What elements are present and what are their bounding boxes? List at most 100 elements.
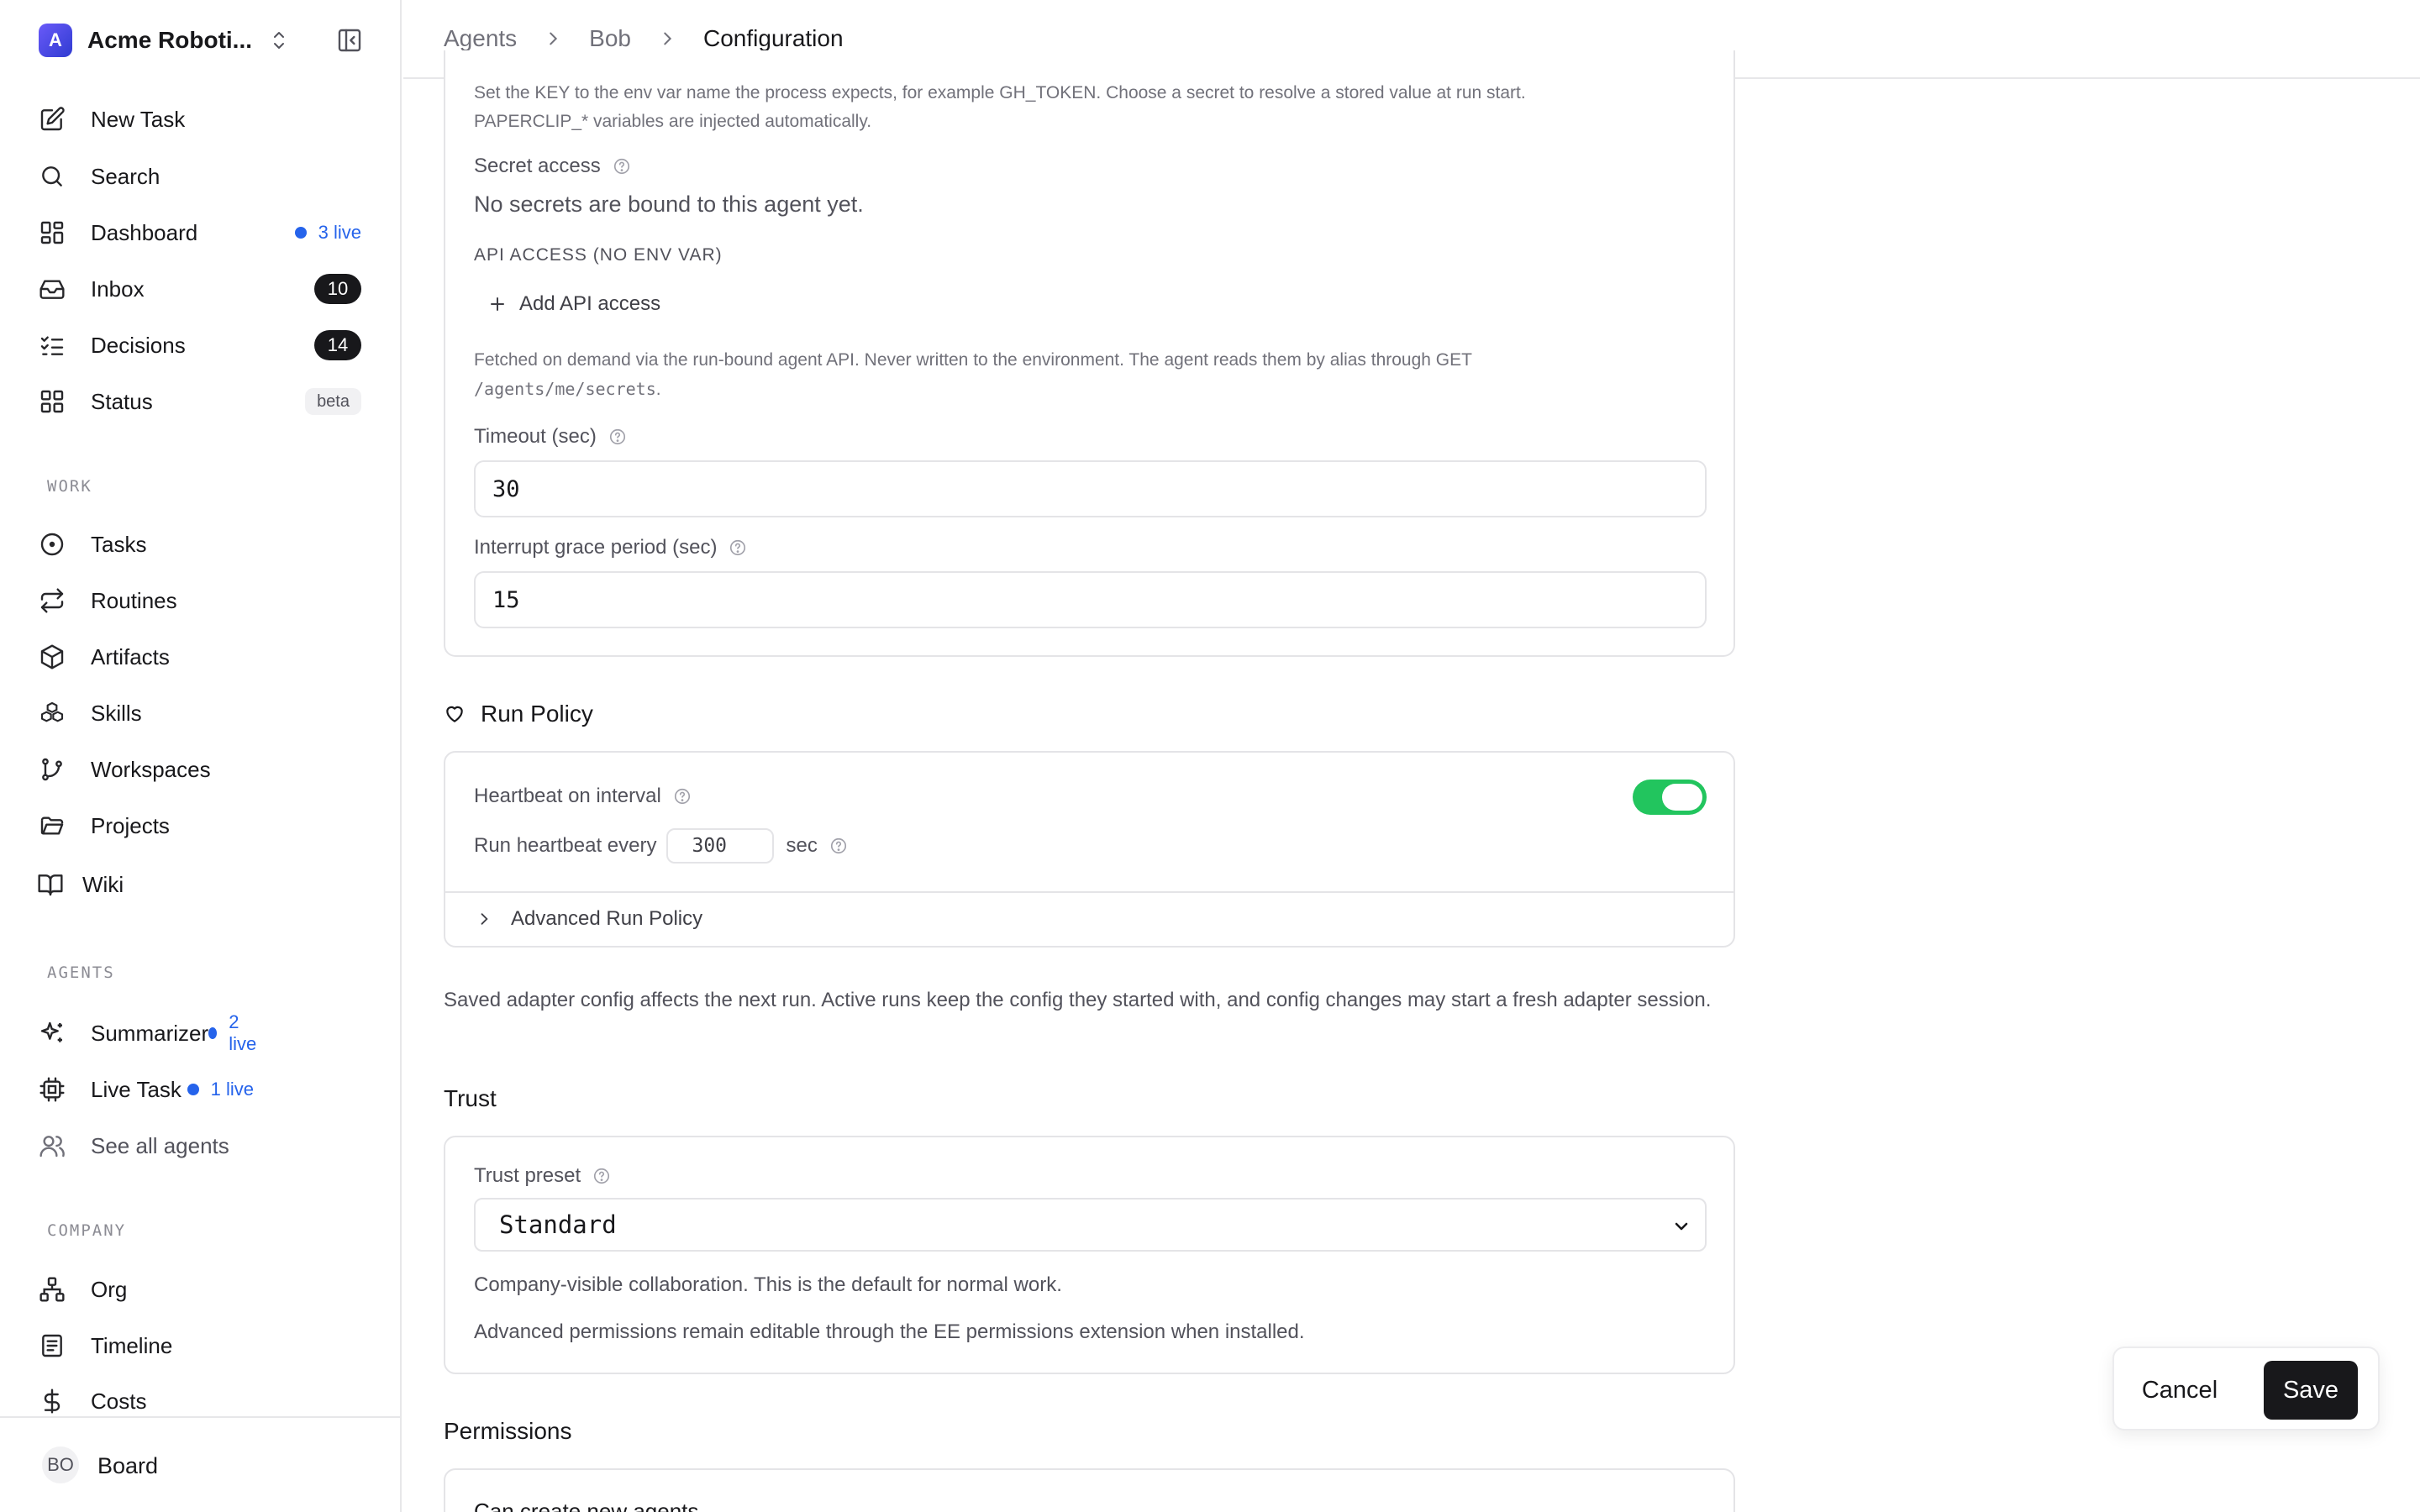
environment-card: Set the KEY to the env var name the proc… [444,50,1735,657]
run-policy-title-text: Run Policy [481,701,593,727]
grace-period-input[interactable] [474,571,1707,628]
sidebar-item-timeline[interactable]: Timeline [39,1324,361,1368]
sidebar-item-label: Status [91,388,153,414]
secret-access-label-text: Secret access [474,155,601,177]
adapter-config-note: Saved adapter config affects the next ru… [444,989,1712,1011]
sidebar-item-inbox[interactable]: Inbox 10 [39,267,361,311]
trust-card: Trust preset Standard Company-visible co… [444,1136,1735,1374]
sidebar-item-label: Timeline [91,1332,173,1358]
cpu-icon [39,1077,65,1102]
permission-create-agents: Can create new agents [474,1499,698,1512]
trust-title-text: Trust [444,1085,497,1111]
sidebar-collapse-icon[interactable] [336,27,363,54]
sidebar-item-artifacts[interactable]: Artifacts [39,635,361,679]
sidebar-item-label: Inbox [91,276,145,302]
advanced-run-policy-label: Advanced Run Policy [511,907,703,930]
help-circle-icon[interactable] [829,837,848,855]
help-circle-icon[interactable] [592,1167,611,1185]
dashboard-icon [40,221,64,244]
env-hint: Set the KEY to the env var name the proc… [474,79,1684,136]
sidebar-item-dashboard[interactable]: Dashboard 3 live [39,211,361,255]
live-badge: 2 live [208,1011,260,1055]
breadcrumb-bob[interactable]: Bob [589,25,631,52]
heartbeat-interval-input[interactable]: 300 [666,828,775,864]
heartbeat-label-text: Heartbeat on interval [474,785,661,807]
advanced-run-policy-toggle[interactable]: Advanced Run Policy [476,907,702,931]
inbox-count-badge: 10 [314,274,361,304]
secret-access-empty: No secrets are bound to this agent yet. [474,192,864,217]
sidebar-item-status[interactable]: Status beta [39,380,361,423]
api-access-hint-line2: /agents/me/secrets. [474,375,1684,404]
api-secrets-path: /agents/me/secrets [474,379,656,399]
live-dot [294,227,307,239]
sidebar-item-label: Decisions [91,332,186,358]
api-access-label: API ACCESS (NO ENV VAR) [474,245,723,265]
company-switcher[interactable]: A Acme Roboti... [39,22,363,59]
sidebar-item-live-task[interactable]: Live Task 1 live [39,1068,254,1111]
sidebar-item-workspaces[interactable]: Workspaces [39,748,361,791]
live-count: 1 live [210,1079,254,1100]
heartbeat-toggle[interactable] [1633,780,1707,815]
live-badge: 1 live [187,1079,254,1100]
advanced-permissions-note: Advanced permissions remain editable thr… [474,1320,1305,1343]
sparkles-icon [40,1021,62,1042]
sidebar-item-label: Wiki [82,871,124,897]
heartbeat-interval-row: Run heartbeat every 300 sec [474,828,848,864]
sidebar-item-label: Summarizer [91,1020,209,1046]
add-api-access-button[interactable]: Add API access [487,292,660,316]
save-action-bar: Cancel Save [2112,1347,2380,1431]
trust-preset-select[interactable]: Standard [474,1198,1707,1252]
sidebar-item-summarizer[interactable]: Summarizer 2 live [39,1011,256,1055]
permissions-title-text: Permissions [444,1418,572,1444]
sidebar-item-label: Skills [91,700,142,726]
cancel-button[interactable]: Cancel [2129,1361,2230,1420]
sidebar-item-projects[interactable]: Projects [39,804,361,848]
live-count: 3 live [318,222,361,243]
user-name: Board [97,1453,159,1478]
sidebar-item-skills[interactable]: Skills [39,691,361,735]
live-dot [187,1084,199,1095]
sidebar-item-label: Search [91,163,160,189]
help-circle-icon[interactable] [608,428,627,446]
sidebar-item-routines[interactable]: Routines [39,579,361,622]
sidebar-item-search[interactable]: Search [39,155,361,198]
save-button[interactable]: Save [2264,1361,2358,1420]
permissions-title: Permissions [444,1418,571,1445]
live-badge: 3 live [294,222,361,244]
sidebar-item-label: Routines [91,587,177,613]
add-api-access-label: Add API access [519,292,661,315]
decisions-count-badge: 14 [314,330,361,360]
sidebar-item-new-task[interactable]: New Task [39,97,361,141]
grace-period-label-text: Interrupt grace period (sec) [474,536,718,559]
sidebar-item-decisions[interactable]: Decisions 14 [39,323,361,367]
inbox-icon [39,280,65,299]
sidebar-item-label: Artifacts [91,643,170,669]
sidebar-item-label: Workspaces [91,756,211,782]
card-divider [445,891,1733,893]
help-circle-icon[interactable] [729,538,747,557]
search-icon [42,166,62,186]
sidebar-item-tasks[interactable]: Tasks [39,522,361,566]
api-hint-end: . [655,380,661,399]
list-icon [42,1334,62,1357]
breadcrumb-agents[interactable]: Agents [444,25,517,52]
chevron-right-icon [550,32,558,45]
beta-badge: beta [305,388,361,415]
sidebar-item-org[interactable]: Org [39,1268,361,1311]
timeout-input[interactable] [474,460,1707,517]
sidebar-item-label: Projects [91,812,170,838]
api-access-hint: Fetched on demand via the run-bound agen… [474,346,1684,404]
grid-icon [40,390,64,413]
help-circle-icon[interactable] [673,787,692,806]
sidebar: A Acme Roboti... New Task Search Dashboa… [0,0,402,1512]
package-icon [40,644,64,669]
toggle-knob [1662,784,1702,811]
boxes-icon [40,701,64,722]
help-circle-icon[interactable] [613,157,631,176]
user-menu[interactable]: BO Board [0,1416,400,1512]
sidebar-item-see-all-agents[interactable]: See all agents [39,1124,361,1168]
book-open-icon [38,874,63,896]
heartbeat-every-suffix: sec [786,834,818,857]
sidebar-item-wiki[interactable]: Wiki [37,863,361,906]
permissions-card: Can create new agents [444,1468,1735,1512]
